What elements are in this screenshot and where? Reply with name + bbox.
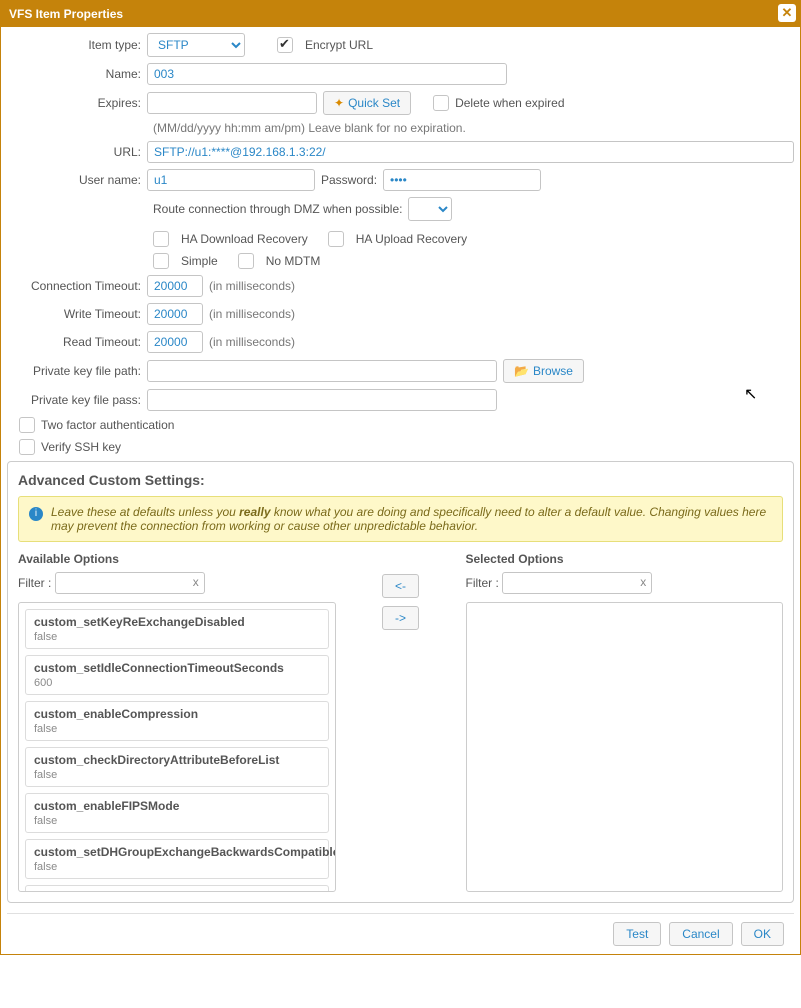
option-key: custom_checkDirectoryAttributeBeforeList — [34, 753, 320, 767]
list-item[interactable]: custom_enableCompressionfalse — [25, 701, 329, 741]
warning-text: Leave these at defaults unless you reall… — [51, 505, 772, 533]
option-value: false — [34, 723, 320, 735]
filter-available-input[interactable] — [55, 572, 205, 594]
list-item[interactable]: custom_preferredCipheraes128-ctr — [25, 885, 329, 892]
option-key: custom_setIdleConnectionTimeoutSeconds — [34, 661, 320, 675]
label-encrypt-url: Encrypt URL — [305, 38, 373, 52]
write-timeout-unit: (in milliseconds) — [209, 307, 295, 321]
list-item[interactable]: custom_enableFIPSModefalse — [25, 793, 329, 833]
option-value: false — [34, 631, 320, 643]
expires-input[interactable] — [147, 92, 317, 114]
write-timeout-input[interactable] — [147, 303, 203, 325]
simple-checkbox[interactable] — [153, 253, 169, 269]
warning-alert: i Leave these at defaults unless you rea… — [18, 496, 783, 542]
label-two-factor: Two factor authentication — [41, 418, 174, 432]
dialog-window: VFS Item Properties ✕ Item type: SFTP En… — [0, 0, 801, 955]
option-key: custom_setKeyReExchangeDisabled — [34, 615, 320, 629]
label-simple: Simple — [181, 254, 218, 268]
encrypt-url-checkbox[interactable] — [277, 37, 293, 53]
ok-button[interactable]: OK — [741, 922, 784, 946]
label-ha-download: HA Download Recovery — [181, 232, 308, 246]
password-input[interactable] — [383, 169, 541, 191]
url-input[interactable] — [147, 141, 794, 163]
clear-selected-filter-icon[interactable]: x — [640, 575, 646, 589]
option-key: custom_setDHGroupExchangeBackwardsCompat… — [34, 845, 320, 859]
option-key: custom_preferredCipher — [34, 891, 320, 892]
option-value: false — [34, 861, 320, 873]
available-heading: Available Options — [18, 552, 336, 566]
no-mdtm-checkbox[interactable] — [238, 253, 254, 269]
label-ha-upload: HA Upload Recovery — [356, 232, 467, 246]
label-expires: Expires: — [7, 96, 147, 110]
window-title: VFS Item Properties — [9, 7, 123, 21]
move-right-button[interactable]: -> — [382, 606, 419, 630]
clear-available-filter-icon[interactable]: x — [193, 575, 199, 589]
item-type-select[interactable]: SFTP — [147, 33, 245, 57]
quick-set-button[interactable]: ✦Quick Set — [323, 91, 411, 115]
option-value: false — [34, 769, 320, 781]
filter-selected-label: Filter : — [466, 576, 499, 590]
folder-icon: 📂 — [514, 364, 529, 378]
filter-available-label: Filter : — [18, 576, 51, 590]
move-left-button[interactable]: <- — [382, 574, 419, 598]
list-item[interactable]: custom_setKeyReExchangeDisabledfalse — [25, 609, 329, 649]
list-item[interactable]: custom_setDHGroupExchangeBackwardsCompat… — [25, 839, 329, 879]
browse-button[interactable]: 📂Browse — [503, 359, 584, 383]
pk-path-input[interactable] — [147, 360, 497, 382]
list-item[interactable]: custom_setIdleConnectionTimeoutSeconds 60… — [25, 655, 329, 695]
list-item[interactable]: custom_checkDirectoryAttributeBeforeList… — [25, 747, 329, 787]
close-icon[interactable]: ✕ — [778, 4, 796, 22]
label-verify-ssh: Verify SSH key — [41, 440, 121, 454]
label-dmz: Route connection through DMZ when possib… — [153, 202, 402, 216]
wand-icon: ✦ — [334, 96, 344, 110]
label-pk-pass: Private key file pass: — [7, 393, 147, 407]
label-password: Password: — [321, 173, 377, 187]
label-item-type: Item type: — [7, 38, 147, 52]
username-input[interactable] — [147, 169, 315, 191]
name-input[interactable] — [147, 63, 507, 85]
advanced-panel: Advanced Custom Settings: i Leave these … — [7, 461, 794, 903]
label-read-timeout: Read Timeout: — [7, 335, 147, 349]
conn-timeout-input[interactable] — [147, 275, 203, 297]
label-url: URL: — [7, 145, 147, 159]
dialog-body: Item type: SFTP Encrypt URL Name: Expire… — [1, 27, 800, 954]
filter-selected-input[interactable] — [502, 572, 652, 594]
verify-ssh-checkbox[interactable] — [19, 439, 35, 455]
titlebar[interactable]: VFS Item Properties ✕ — [1, 1, 800, 27]
dmz-select[interactable] — [408, 197, 452, 221]
option-key: custom_enableCompression — [34, 707, 320, 721]
selected-column: Selected Options Filter : x — [466, 552, 784, 892]
dialog-footer: Test Cancel OK — [7, 913, 794, 954]
info-icon: i — [29, 507, 43, 521]
label-no-mdtm: No MDTM — [266, 254, 321, 268]
available-list[interactable]: custom_setKeyReExchangeDisabledfalsecust… — [18, 602, 336, 892]
pk-pass-input[interactable] — [147, 389, 497, 411]
read-timeout-unit: (in milliseconds) — [209, 335, 295, 349]
label-conn-timeout: Connection Timeout: — [7, 279, 147, 293]
selected-list[interactable] — [466, 602, 784, 892]
test-button[interactable]: Test — [613, 922, 661, 946]
advanced-heading: Advanced Custom Settings: — [18, 472, 783, 488]
option-value: 600 — [34, 677, 320, 689]
ha-upload-checkbox[interactable] — [328, 231, 344, 247]
label-name: Name: — [7, 67, 147, 81]
conn-timeout-unit: (in milliseconds) — [209, 279, 295, 293]
read-timeout-input[interactable] — [147, 331, 203, 353]
option-value: false — [34, 815, 320, 827]
label-pk-path: Private key file path: — [7, 364, 147, 378]
option-key: custom_enableFIPSMode — [34, 799, 320, 813]
label-delete-when-expired: Delete when expired — [455, 96, 564, 110]
cancel-button[interactable]: Cancel — [669, 922, 732, 946]
label-write-timeout: Write Timeout: — [7, 307, 147, 321]
delete-when-expired-checkbox[interactable] — [433, 95, 449, 111]
label-username: User name: — [7, 173, 147, 187]
two-factor-checkbox[interactable] — [19, 417, 35, 433]
expires-hint: (MM/dd/yyyy hh:mm am/pm) Leave blank for… — [153, 121, 466, 135]
available-column: Available Options Filter : x custom_setK… — [18, 552, 336, 892]
selected-heading: Selected Options — [466, 552, 784, 566]
ha-download-checkbox[interactable] — [153, 231, 169, 247]
